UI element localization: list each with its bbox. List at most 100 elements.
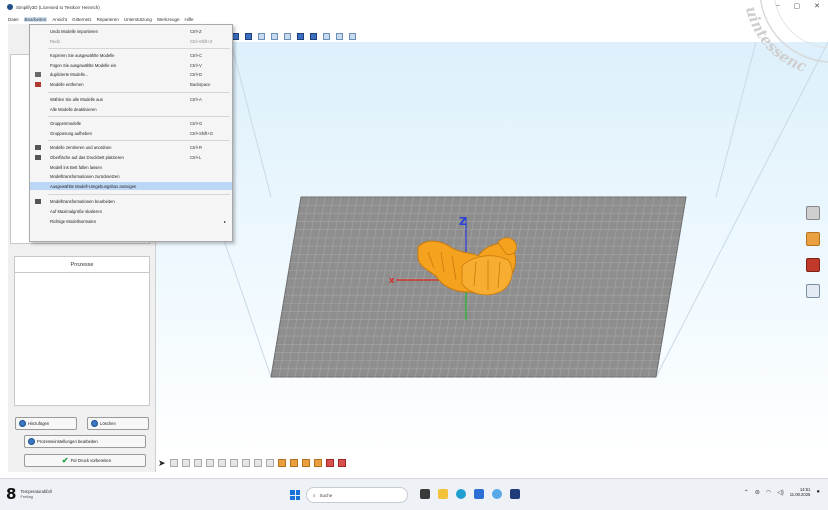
- task-view-icon[interactable]: [420, 489, 430, 499]
- rotate-icon[interactable]: [194, 459, 202, 467]
- menu-separator: [48, 116, 230, 118]
- menu-gitternetz[interactable]: Gitternetz: [72, 17, 92, 22]
- app-icon: [7, 4, 13, 10]
- menu-werkzeuge[interactable]: Werkzeuge: [157, 17, 180, 22]
- weather-widget[interactable]: 8 Temperaturabfall Freitag: [6, 485, 52, 503]
- edit-menu-item-label: Modelltransformationen zurücksetzen: [50, 174, 120, 180]
- mirror-icon[interactable]: [242, 459, 250, 467]
- edit-menu-item[interactable]: Modell ins Bett fallen lassen: [30, 163, 232, 171]
- preview-icon[interactable]: [302, 459, 310, 467]
- stop-icon[interactable]: [338, 459, 346, 467]
- edit-menu-item-label: Oberfläche auf das Druckbett platzieren: [50, 154, 124, 160]
- edit-menu-item[interactable]: Auf Maximalgröße skalieren: [30, 207, 232, 215]
- menu-item-icon: [35, 81, 41, 87]
- taskbar-search[interactable]: ⌕ Suche: [306, 487, 408, 503]
- edit-process-settings-button[interactable]: Prozesseinstellungen bearbeiten: [24, 435, 146, 448]
- menu-datei[interactable]: Datei: [8, 17, 19, 22]
- edit-menu-item[interactable]: Ausgewählte Modell-Umgebungsbox anzeigen: [30, 182, 232, 191]
- maximize-button[interactable]: ▢: [794, 2, 801, 10]
- weather-value: 8: [6, 485, 17, 503]
- edit-menu-item[interactable]: Richtige Modellnormalen ▸: [30, 217, 232, 225]
- cube-icon[interactable]: [806, 206, 820, 220]
- edit-menu-item-shortcut: Ctrl+G: [190, 121, 203, 127]
- menu-ansicht[interactable]: Ansicht: [52, 17, 67, 22]
- edit-menu-item[interactable]: Redo Ctrl+Shift+Z: [30, 37, 232, 45]
- menu-bearbeiten[interactable]: Bearbeiten: [23, 16, 48, 22]
- select-cursor-icon[interactable]: ➤: [158, 459, 166, 468]
- minimize-button[interactable]: –: [776, 2, 780, 10]
- edit-menu-item[interactable]: Alle Modelle deaktivieren: [30, 105, 232, 113]
- scale-icon[interactable]: [182, 459, 190, 467]
- axes-icon[interactable]: [284, 32, 291, 40]
- menu-item-icon: [35, 145, 41, 151]
- hollow-icon[interactable]: [254, 459, 262, 467]
- edit-menu-item[interactable]: Fügen Sie ausgewählte Modelle ein Ctrl+V: [30, 61, 232, 69]
- delete-process-button[interactable]: Löschen: [87, 417, 149, 430]
- wireframe-icon[interactable]: [336, 32, 343, 40]
- orbit-icon[interactable]: [206, 459, 214, 467]
- book-icon[interactable]: [806, 258, 820, 272]
- volume-edge-left-back: [230, 41, 272, 198]
- tower-icon[interactable]: [290, 459, 298, 467]
- view-front-icon[interactable]: [232, 32, 239, 40]
- edit-menu-item-shortcut: Ctrl+Shift+Z: [190, 38, 213, 44]
- edit-menu-item-shortcut: Ctrl+R: [190, 145, 202, 151]
- window-title: Simplify3D (Licensed to Testkorr Heinric…: [16, 4, 100, 10]
- edit-menu-item[interactable]: Undo Modelle importieren Ctrl+Z: [30, 27, 232, 35]
- menu-item-icon: [35, 154, 41, 160]
- cross-section-icon[interactable]: [297, 32, 304, 40]
- edit-menu-item-label: Richtige Modellnormalen: [50, 218, 97, 224]
- processes-list[interactable]: [14, 272, 150, 406]
- support-icon[interactable]: [218, 459, 226, 467]
- edit-menu-item[interactable]: Oberfläche auf das Druckbett platzieren C…: [30, 153, 232, 161]
- edge-browser-icon[interactable]: [456, 489, 466, 499]
- build-volume-svg: Z X: [155, 41, 828, 378]
- menu-reparieren[interactable]: Reparieren: [97, 17, 119, 22]
- network-icon[interactable]: ⊜: [755, 489, 760, 496]
- menu-hilfe[interactable]: Hilfe: [185, 17, 194, 22]
- edit-menu-item[interactable]: Gruppenmodelle Ctrl+G: [30, 120, 232, 128]
- edit-menu-item[interactable]: duplizierte Modelle... Ctrl+D: [30, 71, 232, 79]
- slice-icon[interactable]: [314, 459, 322, 467]
- volume-icon[interactable]: ◁): [777, 489, 784, 496]
- app-icon-5[interactable]: [492, 489, 502, 499]
- menu-item-icon: [35, 199, 41, 205]
- move-icon[interactable]: [170, 459, 178, 467]
- windows-start-icon[interactable]: [290, 490, 300, 500]
- shading-icon[interactable]: [323, 32, 330, 40]
- add-process-button[interactable]: Hinzufügen: [15, 417, 77, 430]
- menu-unterstuetzung[interactable]: Unterstützung: [124, 17, 152, 22]
- 3d-viewport[interactable]: Z X: [155, 41, 828, 454]
- cut-icon[interactable]: [230, 459, 238, 467]
- view-left-icon[interactable]: [258, 32, 265, 40]
- menu-separator: [48, 194, 230, 196]
- print-icon[interactable]: [326, 459, 334, 467]
- close-button[interactable]: ✕: [814, 2, 820, 10]
- layers-icon[interactable]: [806, 232, 820, 246]
- view-right-icon[interactable]: [271, 32, 278, 40]
- anchor-icon[interactable]: [349, 32, 356, 40]
- edit-menu-item[interactable]: Modelle entfernen Backspace: [30, 80, 232, 88]
- split-icon[interactable]: [266, 459, 274, 467]
- store-icon[interactable]: [474, 489, 484, 499]
- simplify3d-taskbar-icon[interactable]: [510, 489, 520, 499]
- layer-view-icon[interactable]: [278, 459, 286, 467]
- tray-chevron-icon[interactable]: ⌃: [744, 489, 749, 496]
- edit-menu-item-label: Modelltransformationen bearbeiten: [50, 199, 115, 205]
- measure-icon[interactable]: [806, 284, 820, 298]
- edit-menu-item[interactable]: Gruppierung aufheben Ctrl+Shift+G: [30, 129, 232, 137]
- notification-icon[interactable]: ●: [816, 489, 820, 495]
- clock[interactable]: 14:51 11.08.2025: [790, 487, 811, 497]
- view-back-icon[interactable]: [245, 32, 252, 40]
- edit-menu-item[interactable]: Wählen Sie alle Modelle aus Ctrl+A: [30, 96, 232, 104]
- edit-menu-item-label: Gruppenmodelle: [50, 121, 81, 127]
- edit-menu-item[interactable]: Modelltransformationen bearbeiten: [30, 198, 232, 206]
- edit-menu-item[interactable]: Modelltransformationen zurücksetzen: [30, 173, 232, 181]
- edit-menu-item[interactable]: Kopieren Sie ausgewählte Modelle Ctrl+C: [30, 51, 232, 59]
- file-explorer-icon[interactable]: [438, 489, 448, 499]
- render-mode-icon[interactable]: [310, 32, 317, 40]
- wifi-icon[interactable]: ◠: [766, 489, 771, 496]
- prepare-print-button[interactable]: ✔ Für Druck vorbereiten: [24, 454, 146, 467]
- edit-menu-item[interactable]: Modelle zentrieren und anordnen Ctrl+R: [30, 144, 232, 152]
- volume-edge-right-back: [715, 41, 757, 198]
